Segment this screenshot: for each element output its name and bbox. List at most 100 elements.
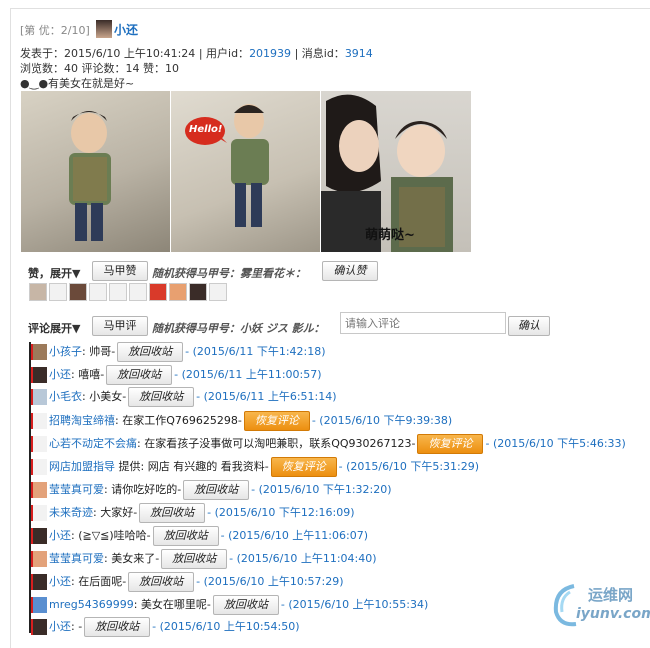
- commenter-avatar[interactable]: [31, 505, 47, 521]
- msgid-value[interactable]: 3914: [345, 47, 373, 60]
- recycle-button[interactable]: 放回收站: [106, 365, 173, 385]
- comment-text: : 大家好-: [93, 506, 138, 519]
- comments-toggle[interactable]: 评论展开▼: [28, 320, 80, 336]
- like-avatar[interactable]: [49, 283, 67, 301]
- restore-button[interactable]: 恢复评论: [417, 434, 484, 454]
- recycle-button[interactable]: 放回收站: [117, 342, 184, 362]
- floor-label: [第 优：2/10]: [20, 24, 90, 37]
- recycle-button[interactable]: 放回收站: [84, 617, 151, 637]
- commenter-name[interactable]: 心若不动定不会痛: [49, 437, 137, 450]
- comment-time: - (2015/6/10 下午5:31:29): [338, 460, 480, 473]
- comment-time: - (2015/6/10 上午10:57:29): [196, 575, 344, 588]
- comment-text: : 美女来了-: [104, 552, 160, 565]
- photo-1[interactable]: [21, 91, 170, 252]
- commenter-name[interactable]: mreg54369999: [49, 598, 134, 611]
- photo-2[interactable]: Hello!: [171, 91, 320, 252]
- like-avatar[interactable]: [109, 283, 127, 301]
- comment-time: - (2015/6/10 下午5:46:33): [485, 437, 626, 450]
- msgid-label: | 消息id：: [294, 47, 345, 60]
- post-message: ●‿●有美女在就是好~: [20, 77, 135, 90]
- comment-time: - (2015/6/10 下午1:32:20): [251, 483, 392, 496]
- commenter-name[interactable]: 招聘淘宝缔禧: [49, 414, 115, 427]
- like-avatar[interactable]: [129, 283, 147, 301]
- comment-time: - (2015/6/11 上午6:51:14): [196, 390, 337, 403]
- comment-time: - (2015/6/10 上午10:54:50): [152, 620, 300, 633]
- like-avatar[interactable]: [69, 283, 87, 301]
- comment-text: : 美女在哪里呢-: [133, 598, 211, 611]
- recycle-button[interactable]: 放回收站: [161, 549, 228, 569]
- comment-text: : 在家看孩子没事做可以淘吧兼职，联系QQ930267123-: [137, 437, 416, 450]
- commenter-name[interactable]: 小还: [49, 575, 71, 588]
- recycle-button[interactable]: 放回收站: [212, 595, 279, 615]
- post-meta: 发表于：2015/6/10 上午10:41:24 | 用户id：201939 |…: [20, 45, 373, 61]
- commenter-avatar[interactable]: [31, 551, 47, 567]
- comment-row: 莹莹真可爱: 请你吃好吃的- 放回收站 - (2015/6/10 下午1:32:20…: [31, 479, 392, 501]
- comment-text: : 嘻嘻-: [71, 368, 105, 381]
- author-avatar[interactable]: [96, 20, 112, 38]
- watermark-url: iyunv.com: [576, 606, 650, 622]
- restore-button[interactable]: 恢复评论: [270, 457, 337, 477]
- restore-button[interactable]: 恢复评论: [243, 411, 310, 431]
- commenter-name[interactable]: 小还: [49, 368, 71, 381]
- comment-time: - (2015/6/10 上午11:04:40): [229, 552, 377, 565]
- like-avatar[interactable]: [189, 283, 207, 301]
- commenter-name[interactable]: 小还: [49, 529, 71, 542]
- comment-row: 小还: 在后面呢- 放回收站 - (2015/6/10 上午10:57:29): [31, 571, 344, 593]
- commenter-avatar[interactable]: [31, 597, 47, 613]
- comment-row: 小孩子: 帅哥- 放回收站 - (2015/6/11 下午1:42:18): [31, 341, 326, 363]
- commenter-name[interactable]: 小还: [49, 620, 71, 633]
- recycle-button[interactable]: 放回收站: [128, 572, 195, 592]
- comment-time: - (2015/6/10 下午12:16:09): [207, 506, 355, 519]
- like-avatar[interactable]: [209, 283, 227, 301]
- commenter-avatar[interactable]: [31, 389, 47, 405]
- recycle-button[interactable]: 放回收站: [139, 503, 206, 523]
- comment-row: 小还: 嘻嘻- 放回收站 - (2015/6/11 上午11:00:57): [31, 364, 322, 386]
- commenter-name[interactable]: 小孩子: [49, 345, 82, 358]
- commenter-avatar[interactable]: [31, 459, 47, 475]
- like-avatar[interactable]: [149, 283, 167, 301]
- commenter-avatar[interactable]: [31, 528, 47, 544]
- comment-text: : 小美女-: [82, 390, 127, 403]
- commenter-avatar[interactable]: [31, 436, 47, 452]
- photo-3[interactable]: 萌萌哒~: [321, 91, 471, 252]
- confirm-like-button[interactable]: 确认赞: [322, 261, 378, 281]
- site-watermark: 运维网 iyunv.com: [550, 580, 650, 631]
- comment-text: : (≧▽≦)哇哈哈-: [71, 529, 151, 542]
- comment-row: 招聘淘宝缔禧: 在家工作Q769625298- 恢复评论 - (2015/6/10 …: [31, 410, 452, 432]
- likes-toggle[interactable]: 赞，展开▼: [28, 265, 80, 281]
- commenter-avatar[interactable]: [31, 574, 47, 590]
- recycle-button[interactable]: 放回收站: [183, 480, 250, 500]
- likes-random-alias: 随机获得马甲号：雾里看花＊：: [152, 267, 306, 280]
- comment-row: 小毛衣: 小美女- 放回收站 - (2015/6/11 上午6:51:14): [31, 386, 337, 408]
- commenter-name[interactable]: 莹莹真可爱: [49, 483, 104, 496]
- comment-text: : 在后面呢-: [71, 575, 127, 588]
- commenter-avatar[interactable]: [31, 413, 47, 429]
- comment-text: : 请你吃好吃的-: [104, 483, 182, 496]
- recycle-button[interactable]: 放回收站: [152, 526, 219, 546]
- commenter-avatar[interactable]: [31, 482, 47, 498]
- comment-input[interactable]: [340, 312, 506, 334]
- commenter-name[interactable]: 网店加盟指导: [49, 460, 115, 473]
- photo-2-figure: [185, 104, 269, 227]
- confirm-comment-button[interactable]: 确认: [508, 316, 550, 336]
- commenter-name[interactable]: 小毛衣: [49, 390, 82, 403]
- comment-text: : -: [71, 620, 83, 633]
- like-avatar[interactable]: [29, 283, 47, 301]
- alias-comment-button[interactable]: 马甲评: [92, 316, 148, 336]
- watermark-title: 运维网: [588, 586, 634, 604]
- commenter-avatar[interactable]: [31, 344, 47, 360]
- commenter-avatar[interactable]: [31, 367, 47, 383]
- alias-like-button[interactable]: 马甲赞: [92, 261, 148, 281]
- like-avatar[interactable]: [169, 283, 187, 301]
- posted-time: 发表于：2015/6/10 上午10:41:24: [20, 47, 196, 60]
- like-avatar[interactable]: [89, 283, 107, 301]
- comment-time: - (2015/6/10 上午10:55:34): [280, 598, 429, 611]
- author-name[interactable]: 小还: [114, 21, 138, 38]
- comment-time: - (2015/6/10 上午11:06:07): [220, 529, 369, 542]
- userid-value[interactable]: 201939: [249, 47, 291, 60]
- commenter-name[interactable]: 莹莹真可爱: [49, 552, 104, 565]
- recycle-button[interactable]: 放回收站: [128, 387, 195, 407]
- photo-1-figure: [69, 111, 111, 241]
- likes-avatar-list: [29, 283, 229, 301]
- commenter-name[interactable]: 未来奇迹: [49, 506, 93, 519]
